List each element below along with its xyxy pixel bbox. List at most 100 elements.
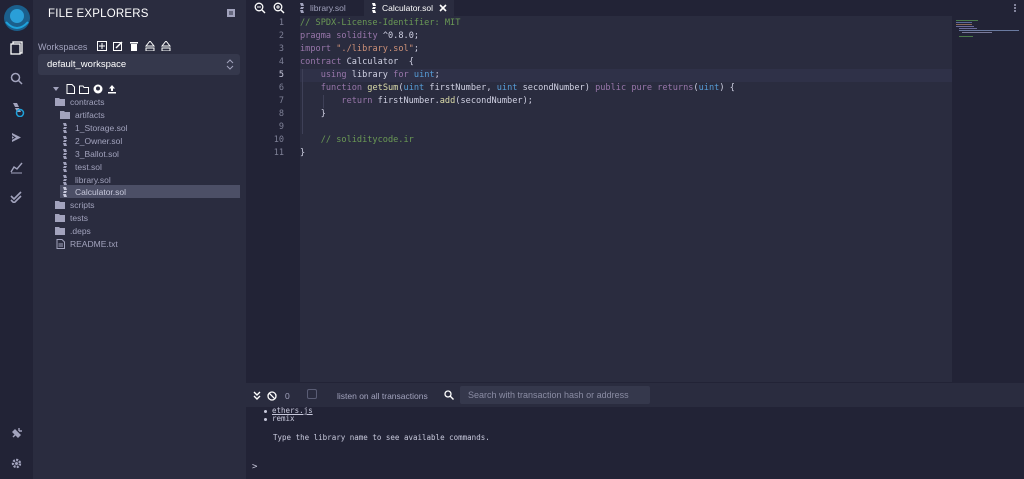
tree-item-label: scripts bbox=[70, 199, 95, 210]
tree-folder-contracts[interactable]: contracts bbox=[55, 95, 235, 108]
icon-panel bbox=[0, 0, 33, 479]
tree-folder-scripts[interactable]: scripts bbox=[55, 198, 235, 211]
tree-item-label: .deps bbox=[70, 225, 91, 236]
rename-workspace-icon[interactable] bbox=[112, 40, 124, 52]
line-number: 7 bbox=[278, 96, 284, 106]
plugin-manager-icon[interactable] bbox=[0, 421, 33, 445]
solidity-file-icon bbox=[372, 3, 376, 13]
testing-icon[interactable] bbox=[0, 184, 33, 208]
github-icon[interactable] bbox=[93, 84, 103, 94]
new-file-icon[interactable] bbox=[65, 84, 75, 94]
file-tree-toolbar bbox=[51, 84, 117, 94]
code-line[interactable]: // soliditycode.ir bbox=[300, 134, 414, 147]
code-line[interactable]: import "./library.sol"; bbox=[300, 43, 419, 56]
tree-item-label: tests bbox=[70, 212, 88, 223]
solidity-file-icon bbox=[60, 135, 70, 146]
code-area[interactable]: // SPDX-License-Identifier: MIT pragma so… bbox=[300, 16, 952, 382]
collapse-terminal-icon[interactable] bbox=[252, 391, 262, 401]
tree-item-label: 2_Owner.sol bbox=[75, 135, 123, 146]
line-number: 2 bbox=[278, 31, 284, 41]
tree-item-label: 3_Ballot.sol bbox=[75, 148, 119, 159]
tab-calculator-sol[interactable]: Calculator.sol bbox=[364, 0, 454, 16]
workspace-actions bbox=[96, 40, 172, 52]
zoom-in-icon[interactable] bbox=[273, 2, 285, 14]
new-folder-icon[interactable] bbox=[79, 84, 89, 94]
tree-file-1-storage[interactable]: 1_Storage.sol bbox=[60, 121, 240, 134]
terminal-item-remix: remix bbox=[272, 414, 295, 423]
delete-workspace-icon[interactable] bbox=[128, 40, 140, 52]
create-workspace-icon[interactable] bbox=[96, 40, 108, 52]
zoom-out-icon[interactable] bbox=[254, 2, 266, 14]
tree-folder-artifacts[interactable]: artifacts bbox=[60, 108, 240, 121]
terminal-prompt[interactable]: > bbox=[252, 462, 257, 472]
text-file-icon bbox=[55, 238, 65, 249]
line-number: 11 bbox=[273, 148, 284, 158]
terminal-toolbar: 0 listen on all transactions bbox=[246, 382, 1024, 407]
solidity-file-icon bbox=[60, 174, 70, 185]
folder-icon bbox=[55, 213, 65, 223]
solidity-file-icon bbox=[300, 3, 304, 13]
code-line[interactable]: using library for uint; bbox=[300, 69, 440, 82]
analytics-icon[interactable] bbox=[0, 155, 33, 179]
solidity-compiler-icon[interactable] bbox=[0, 97, 33, 121]
tree-file-3-ballot[interactable]: 3_Ballot.sol bbox=[60, 147, 240, 160]
solidity-file-icon bbox=[60, 186, 70, 197]
line-number: 8 bbox=[278, 109, 284, 119]
panel-title: FILE EXPLORERS bbox=[48, 8, 149, 20]
line-number: 3 bbox=[278, 44, 284, 54]
code-line[interactable]: contract Calculator { bbox=[300, 56, 414, 69]
code-line[interactable]: } bbox=[300, 147, 305, 160]
line-number: 1 bbox=[278, 18, 284, 28]
minimap-line bbox=[956, 24, 972, 25]
search-icon[interactable] bbox=[0, 66, 33, 90]
code-editor[interactable]: 1 2 3 4 5 6 7 8 9 10 11 // SPDX-License-Identifier… bbox=[246, 16, 1024, 382]
tab-library-sol[interactable]: library.sol bbox=[292, 0, 357, 16]
workspaces-label: Workspaces bbox=[38, 42, 88, 52]
code-line[interactable]: return firstNumber.add(secondNumber); bbox=[300, 95, 533, 108]
collapse-caret-icon[interactable] bbox=[51, 84, 61, 94]
tree-file-readme[interactable]: README.txt bbox=[55, 237, 235, 250]
code-line[interactable]: } bbox=[300, 108, 326, 121]
file-explorer-icon[interactable] bbox=[0, 36, 33, 60]
code-line[interactable]: function getSum(uint firstNumber, uint s… bbox=[300, 82, 735, 95]
minimap[interactable] bbox=[952, 16, 1024, 382]
minimap-line bbox=[956, 22, 972, 23]
minimap-line bbox=[959, 28, 977, 29]
deploy-run-icon[interactable] bbox=[0, 125, 33, 149]
tree-file-calculator[interactable]: Calculator.sol bbox=[60, 185, 240, 198]
terminal-output[interactable]: ethers.js remix Type the library name to… bbox=[246, 406, 1024, 479]
line-number: 10 bbox=[273, 135, 284, 145]
tree-file-2-owner[interactable]: 2_Owner.sol bbox=[60, 134, 240, 147]
code-line[interactable]: // SPDX-License-Identifier: MIT bbox=[300, 17, 460, 30]
restore-workspace-icon[interactable] bbox=[160, 40, 172, 52]
folder-icon bbox=[60, 110, 70, 120]
tree-item-label: library.sol bbox=[75, 174, 111, 185]
tree-folder-deps[interactable]: .deps bbox=[55, 224, 235, 237]
tree-item-label: Calculator.sol bbox=[75, 186, 127, 197]
tree-file-test[interactable]: test.sol bbox=[60, 160, 240, 173]
transaction-search-input[interactable] bbox=[460, 386, 650, 404]
close-tab-icon[interactable] bbox=[439, 4, 447, 12]
download-workspace-icon[interactable] bbox=[144, 40, 156, 52]
solidity-file-icon bbox=[60, 122, 70, 133]
tree-item-label: contracts bbox=[70, 96, 105, 107]
listen-checkbox[interactable] bbox=[307, 389, 317, 399]
code-line[interactable]: pragma solidity ^0.8.0; bbox=[300, 30, 419, 43]
tree-folder-tests[interactable]: tests bbox=[55, 211, 235, 224]
line-number: 9 bbox=[278, 122, 284, 132]
solidity-file-icon bbox=[60, 161, 70, 172]
solidity-file-icon bbox=[60, 148, 70, 159]
upload-file-icon[interactable] bbox=[107, 84, 117, 94]
editor-tabs: library.sol Calculator.sol bbox=[246, 0, 1024, 16]
clear-console-icon[interactable] bbox=[267, 391, 277, 401]
line-number: 5 bbox=[278, 70, 284, 80]
remix-logo-icon[interactable] bbox=[3, 4, 31, 32]
list-bullet bbox=[264, 410, 267, 413]
select-updown-icon bbox=[226, 59, 234, 70]
more-options-icon[interactable] bbox=[1010, 3, 1020, 13]
workspace-select[interactable]: default_workspace bbox=[38, 54, 240, 75]
folder-icon bbox=[55, 226, 65, 236]
settings-gear-icon[interactable] bbox=[0, 451, 33, 475]
panel-docs-icon[interactable] bbox=[226, 8, 236, 18]
listen-label: listen on all transactions bbox=[337, 391, 428, 401]
